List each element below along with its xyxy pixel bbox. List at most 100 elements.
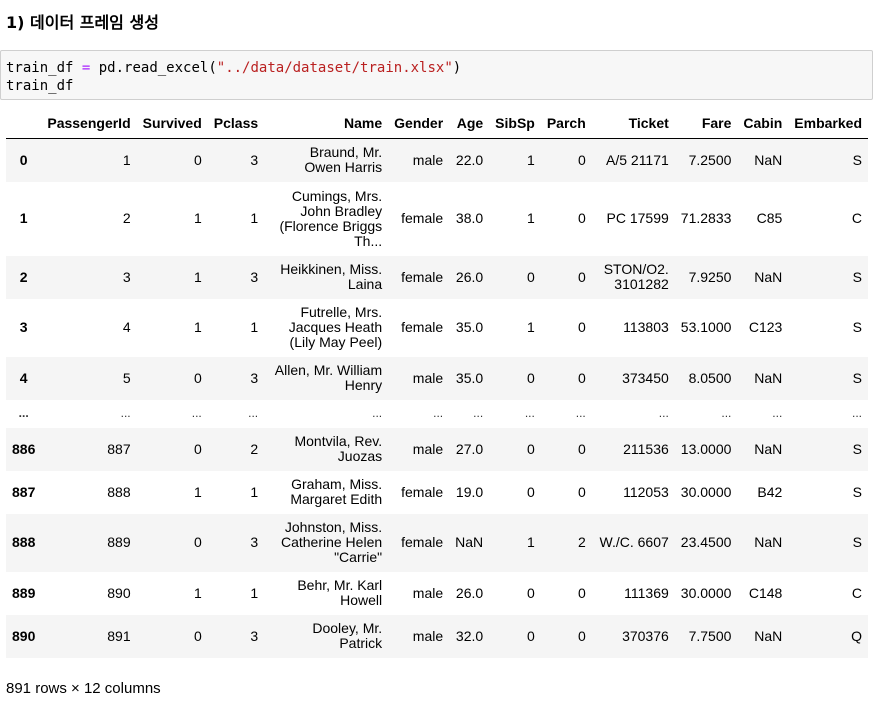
- table-cell: ...: [851, 406, 862, 420]
- table-cell: 7.2500: [688, 151, 732, 168]
- table-cell: 19.0: [455, 483, 484, 500]
- table-cell: PC 17599: [606, 210, 669, 226]
- table-cell: 0: [193, 440, 202, 457]
- table-cell: 0: [527, 369, 535, 386]
- table-cell: 0: [577, 483, 586, 500]
- table-row: 4 5 0 3 Allen, Mr. William Henry male 35.0 0 0 37…: [6, 356, 868, 400]
- table-body: 0 1 0 3 Braund, Mr. Owen Harris male 22.0 1 0 A/5…: [6, 138, 868, 658]
- table-row: 890 891 0 3 Dooley, Mr. Patrick male 32.0 0 0 370…: [6, 614, 868, 658]
- table-cell: NaN: [455, 534, 484, 550]
- table-cell: S: [852, 268, 862, 285]
- table-header: PassengerId Survived Pclass Name Gender Age Si…: [6, 108, 868, 139]
- table-cell: 0: [527, 268, 535, 285]
- table-cell: ...: [433, 406, 444, 420]
- row-index: 1: [19, 210, 28, 226]
- table-cell: ...: [721, 406, 732, 420]
- table-cell: 2: [122, 210, 131, 226]
- table-cell: ...: [473, 406, 484, 420]
- table-cell: 1: [250, 584, 259, 601]
- table-cell: 26.0: [455, 584, 484, 601]
- table-cell: 0: [577, 369, 586, 386]
- table-cell: male: [412, 369, 444, 386]
- table-cell: Allen, Mr. William Henry: [274, 362, 383, 393]
- code-line-1: train_df = pd.read_excel("../data/datase…: [6, 59, 872, 77]
- ellipsis-row: .......................................: [6, 400, 868, 428]
- table-cell: 71.2833: [680, 210, 732, 226]
- table-cell: S: [852, 369, 862, 386]
- table-row: 0 1 0 3 Braund, Mr. Owen Harris male 22.0 1 0 A/5…: [6, 138, 868, 182]
- column-header: Name: [264, 108, 389, 139]
- section-heading: 1) 데이터 프레임 생성: [6, 13, 159, 32]
- table-cell: C: [851, 210, 862, 226]
- table-cell: 0: [577, 151, 586, 168]
- table-cell: 0: [193, 627, 202, 644]
- table-cell: 890: [107, 584, 131, 601]
- table-cell: 27.0: [455, 440, 484, 457]
- table-cell: 0: [527, 627, 535, 644]
- table-cell: ...: [120, 406, 131, 420]
- table-cell: A/5 21171: [606, 151, 669, 168]
- table-row: 1 2 1 1 Cumings, Mrs. John Bradley (Florence…: [6, 182, 868, 256]
- table-cell: 23.4500: [680, 534, 732, 550]
- table-cell: C123: [748, 319, 783, 335]
- table-cell: ...: [658, 406, 669, 420]
- table-cell: 3: [250, 627, 259, 644]
- table-cell: NaN: [754, 440, 783, 457]
- table-cell: NaN: [754, 627, 783, 644]
- table-cell: female: [401, 210, 444, 226]
- index-header: [6, 108, 42, 139]
- table-cell: B42: [757, 483, 783, 500]
- table-cell: 891: [107, 627, 131, 644]
- table-cell: 30.0000: [680, 483, 732, 500]
- table-cell: 111369: [624, 584, 669, 601]
- table-cell: 3: [250, 268, 259, 285]
- table-cell: 370376: [622, 627, 669, 644]
- table-cell: 1: [250, 319, 259, 335]
- table-cell: 3: [250, 369, 259, 386]
- table-cell: 35.0: [455, 319, 484, 335]
- code-cell[interactable]: train_df = pd.read_excel("../data/datase…: [0, 50, 873, 100]
- table-cell: NaN: [754, 151, 783, 168]
- dataframe-table: PassengerId Survived Pclass Name Gender Age Si…: [6, 108, 868, 658]
- table-cell: 1: [193, 584, 202, 601]
- table-cell: Q: [851, 627, 862, 644]
- table-cell: 0: [527, 483, 535, 500]
- table-cell: 22.0: [455, 151, 484, 168]
- table-cell: ...: [248, 406, 259, 420]
- column-header: Age: [449, 108, 490, 139]
- table-cell: 0: [193, 534, 202, 550]
- table-cell: 373450: [622, 369, 669, 386]
- table-cell: 211536: [623, 440, 669, 457]
- column-header: Parch: [540, 108, 592, 139]
- table-row: 2 3 1 3 Heikkinen, Miss. Laina female 26.0 0 0 ST…: [6, 255, 868, 299]
- table-cell: 0: [577, 584, 586, 601]
- table-cell: 4: [122, 319, 131, 335]
- table-cell: 1: [193, 483, 202, 500]
- table-cell: 113803: [623, 319, 669, 335]
- table-cell: 2: [577, 534, 586, 550]
- table-cell: ...: [191, 406, 202, 420]
- table-cell: 2: [250, 440, 259, 457]
- table-cell: 0: [577, 440, 586, 457]
- table-cell: Dooley, Mr. Patrick: [312, 620, 383, 651]
- table-row: 3 4 1 1 Futrelle, Mrs. Jacques Heath (Lily M…: [6, 299, 868, 357]
- table-cell: male: [412, 627, 444, 644]
- column-header: Pclass: [207, 108, 265, 139]
- table-cell: 3: [250, 534, 259, 550]
- column-header: PassengerId: [41, 108, 137, 139]
- table-row: 889 890 1 1 Behr, Mr. Karl Howell male 26.0 0 0 1…: [6, 572, 868, 615]
- header-row: PassengerId Survived Pclass Name Gender Age Si…: [6, 108, 868, 139]
- table-cell: 1: [250, 483, 259, 500]
- code-string: "../data/dataset/train.xlsx": [216, 60, 453, 76]
- table-cell: 0: [527, 584, 535, 601]
- table-cell: 1: [527, 151, 535, 168]
- table-cell: 1: [527, 319, 535, 335]
- column-header: Embarked: [788, 108, 868, 139]
- code-call: pd.read_excel(: [98, 60, 217, 76]
- table-cell: female: [401, 319, 444, 335]
- table-cell: S: [852, 319, 862, 335]
- table-cell: C85: [756, 210, 783, 226]
- table-cell: female: [401, 483, 444, 500]
- table-cell: 3: [122, 268, 131, 285]
- table-cell: S: [852, 483, 862, 500]
